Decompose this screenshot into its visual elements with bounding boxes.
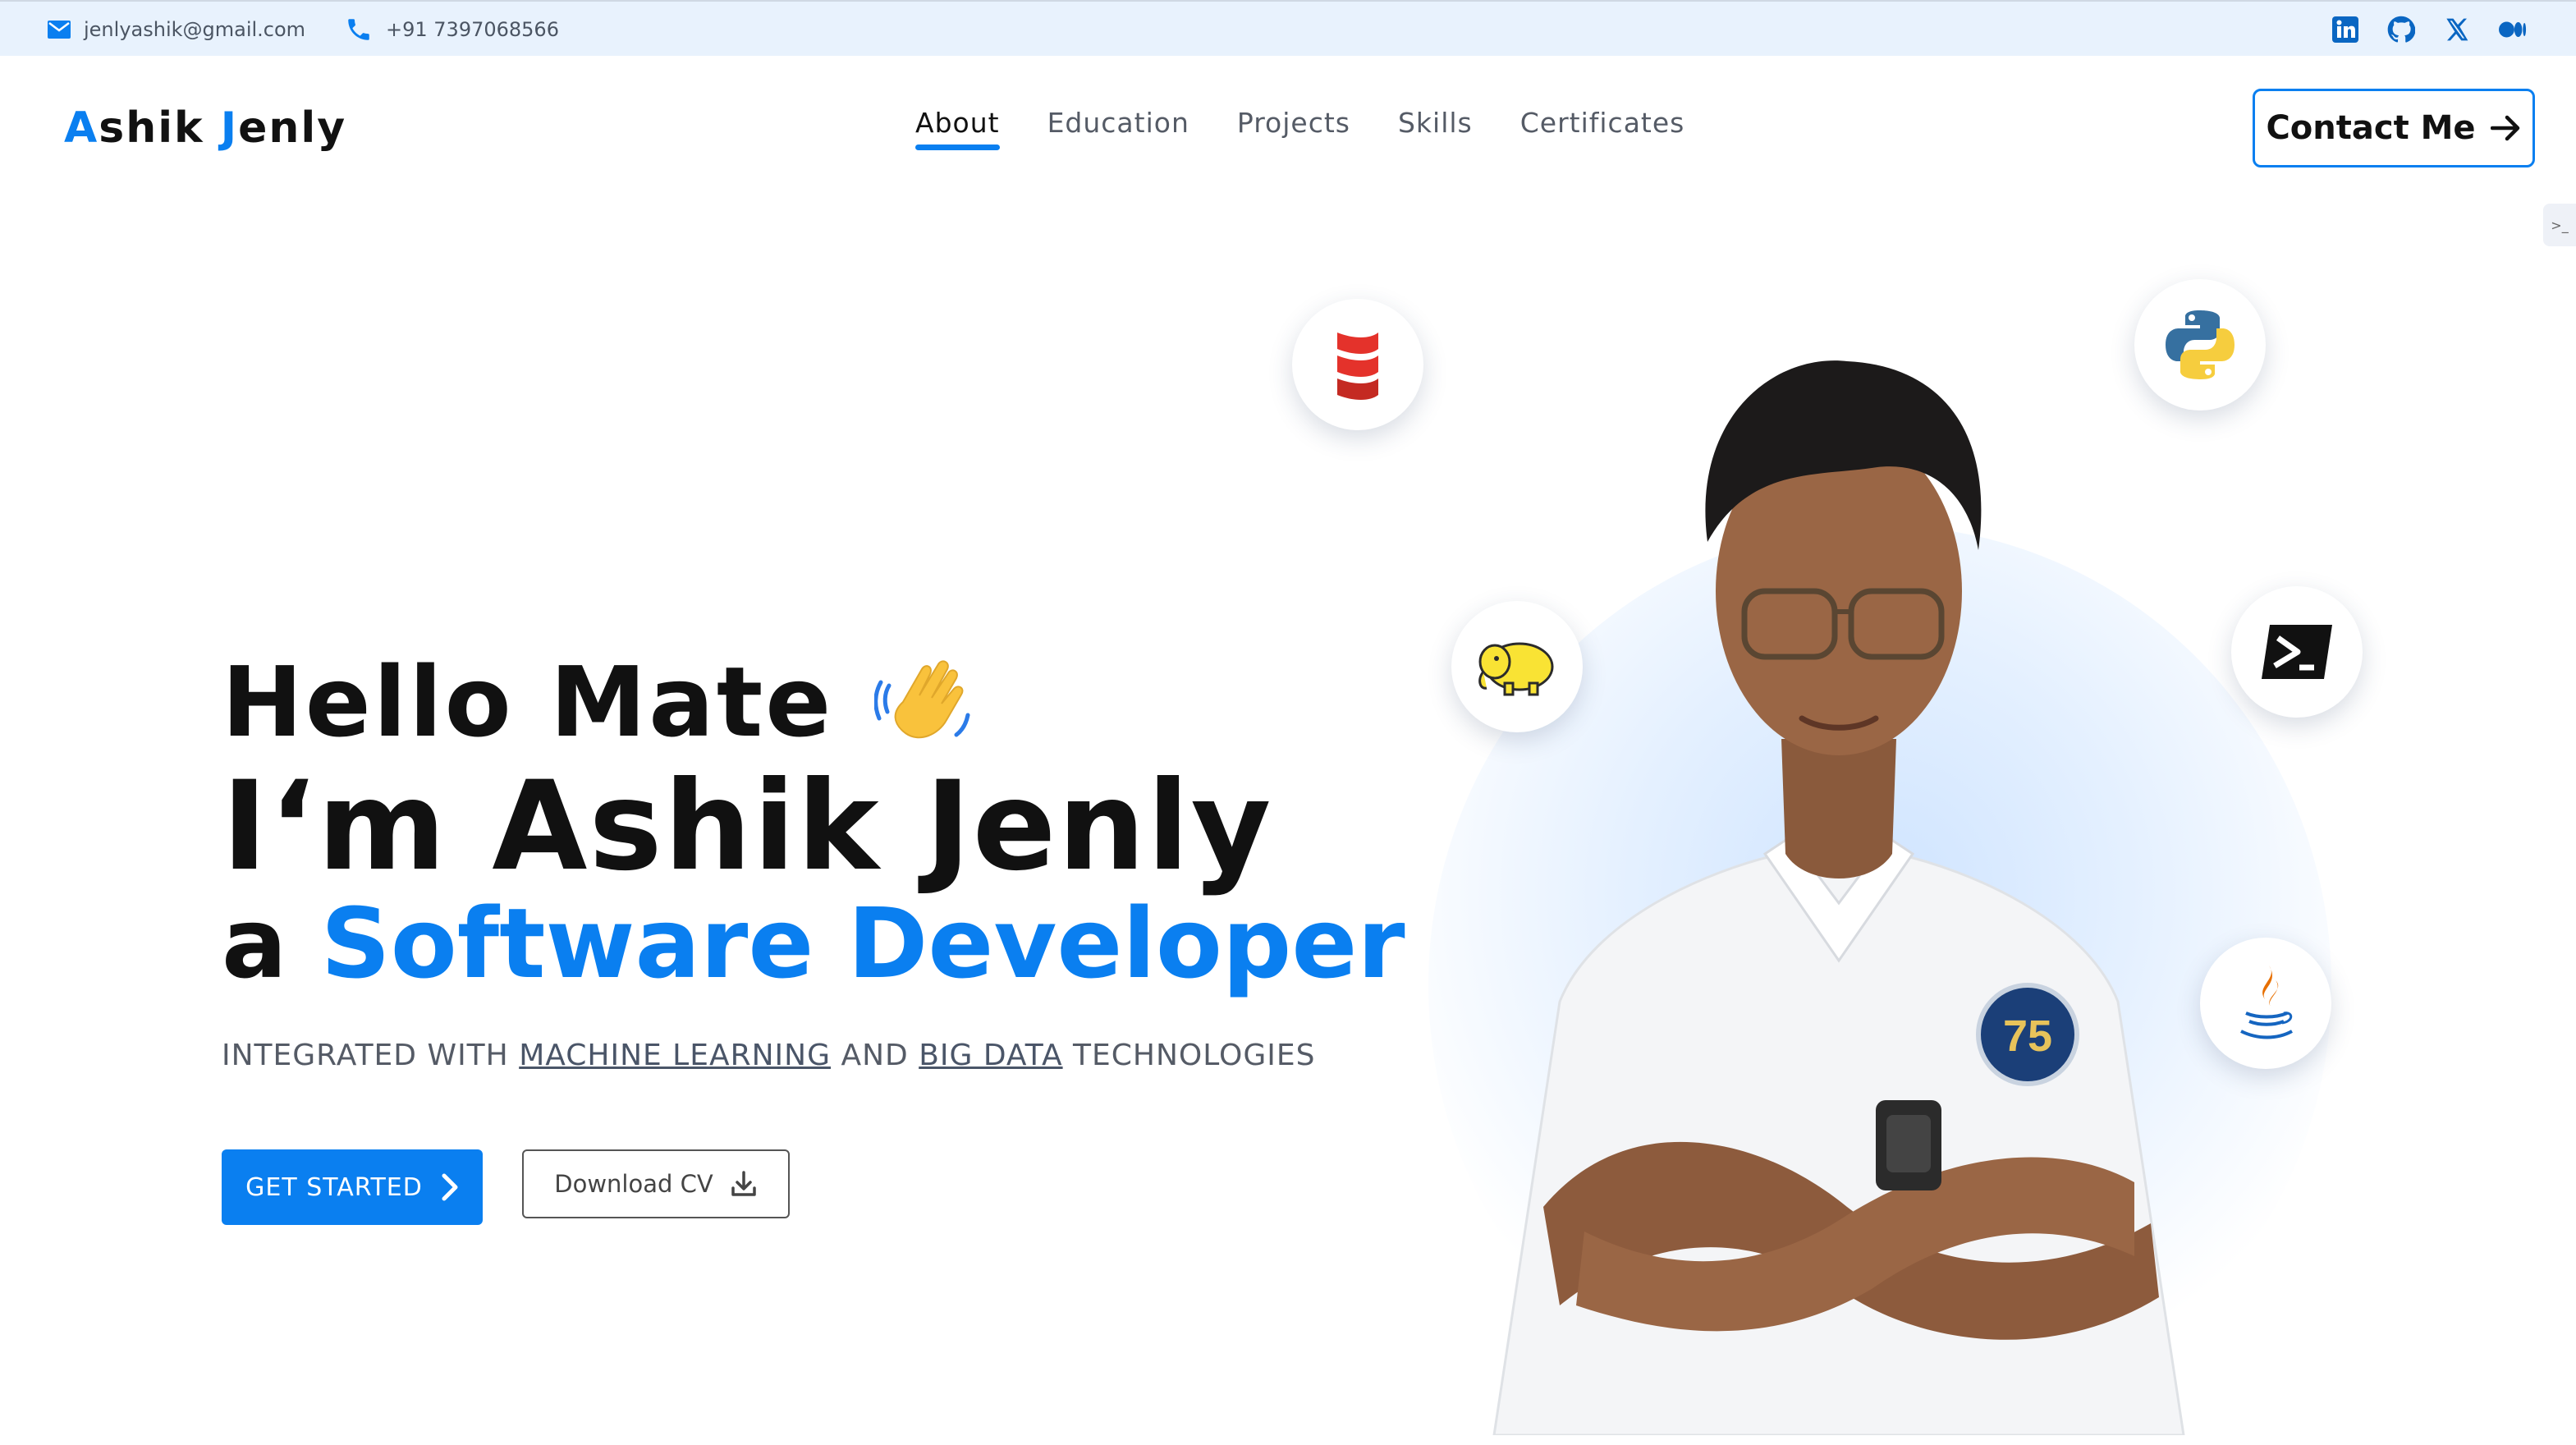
terminal-icon — [2231, 586, 2363, 718]
email-text: jenlyashik@gmail.com — [84, 18, 306, 41]
linkedin-icon[interactable] — [2331, 16, 2359, 44]
nav-item-projects[interactable]: Projects — [1237, 107, 1350, 150]
hero-role: a Software Developer — [222, 887, 1405, 1000]
hello-text: Hello Mate — [222, 645, 834, 759]
get-started-label: GET STARTED — [245, 1172, 423, 1202]
main-navigation: Ashik Jenly About Education Projects Ski… — [0, 56, 2576, 204]
mail-icon — [48, 21, 71, 39]
machine-learning-link[interactable]: MACHINE LEARNING — [519, 1039, 831, 1072]
nav-item-about[interactable]: About — [915, 107, 1000, 150]
logo-initial-j: J — [220, 103, 239, 153]
tagline-part-1: INTEGRATED WITH — [222, 1039, 520, 1072]
download-cv-button[interactable]: Download CV — [522, 1149, 790, 1218]
phone-text: +91 7397068566 — [386, 18, 559, 41]
tagline-part-3: TECHNOLOGIES — [1062, 1039, 1316, 1072]
chevron-right-icon — [442, 1173, 458, 1201]
logo-text-last: enly — [238, 103, 347, 153]
role-highlight: Software Developer — [320, 887, 1405, 1000]
phone-contact[interactable]: +91 7397068566 — [345, 2, 559, 57]
logo-initial-a: A — [64, 103, 99, 153]
github-icon[interactable] — [2387, 16, 2415, 44]
download-cv-label: Download CV — [554, 1170, 713, 1198]
arrow-right-icon — [2490, 115, 2519, 141]
phone-icon — [348, 19, 369, 40]
role-prefix: a — [222, 887, 321, 1000]
hero-text-block: Hello Mate I‘m Ashik Jenly a Software De… — [222, 645, 1405, 1072]
profile-portrait: 75 — [1492, 360, 2185, 1435]
logo-text-first: shik — [99, 103, 221, 153]
contact-me-label: Contact Me — [2266, 109, 2476, 147]
python-icon — [2134, 279, 2266, 411]
java-icon — [2200, 938, 2331, 1069]
top-contact-bar: jenlyashik@gmail.com +91 7397068566 — [0, 0, 2576, 56]
get-started-button[interactable]: GET STARTED — [222, 1149, 483, 1225]
hadoop-icon — [1451, 601, 1583, 732]
hero-tagline: INTEGRATED WITH MACHINE LEARNING AND BIG… — [222, 1039, 1315, 1072]
nav-item-certificates[interactable]: Certificates — [1520, 107, 1685, 150]
hero-greeting: Hello Mate — [222, 645, 973, 759]
waving-hand-icon — [874, 660, 970, 739]
big-data-link[interactable]: BIG DATA — [919, 1039, 1062, 1072]
x-icon[interactable] — [2443, 16, 2471, 44]
hero-name: I‘m Ashik Jenly — [222, 755, 1273, 898]
download-icon — [731, 1171, 756, 1196]
scala-icon — [1292, 299, 1423, 430]
nav-menu: About Education Projects Skills Certific… — [915, 107, 1684, 150]
svg-text:75: 75 — [2003, 1012, 2052, 1061]
side-terminal-tab[interactable]: >_ — [2543, 204, 2576, 246]
nav-item-education[interactable]: Education — [1047, 107, 1189, 150]
social-links — [2331, 2, 2527, 57]
site-logo[interactable]: Ashik Jenly — [64, 103, 346, 153]
contact-me-button[interactable]: Contact Me — [2253, 89, 2535, 167]
nav-item-skills[interactable]: Skills — [1398, 107, 1473, 150]
medium-icon[interactable] — [2499, 16, 2527, 44]
email-contact[interactable]: jenlyashik@gmail.com — [48, 2, 305, 57]
tagline-part-2: AND — [831, 1039, 919, 1072]
